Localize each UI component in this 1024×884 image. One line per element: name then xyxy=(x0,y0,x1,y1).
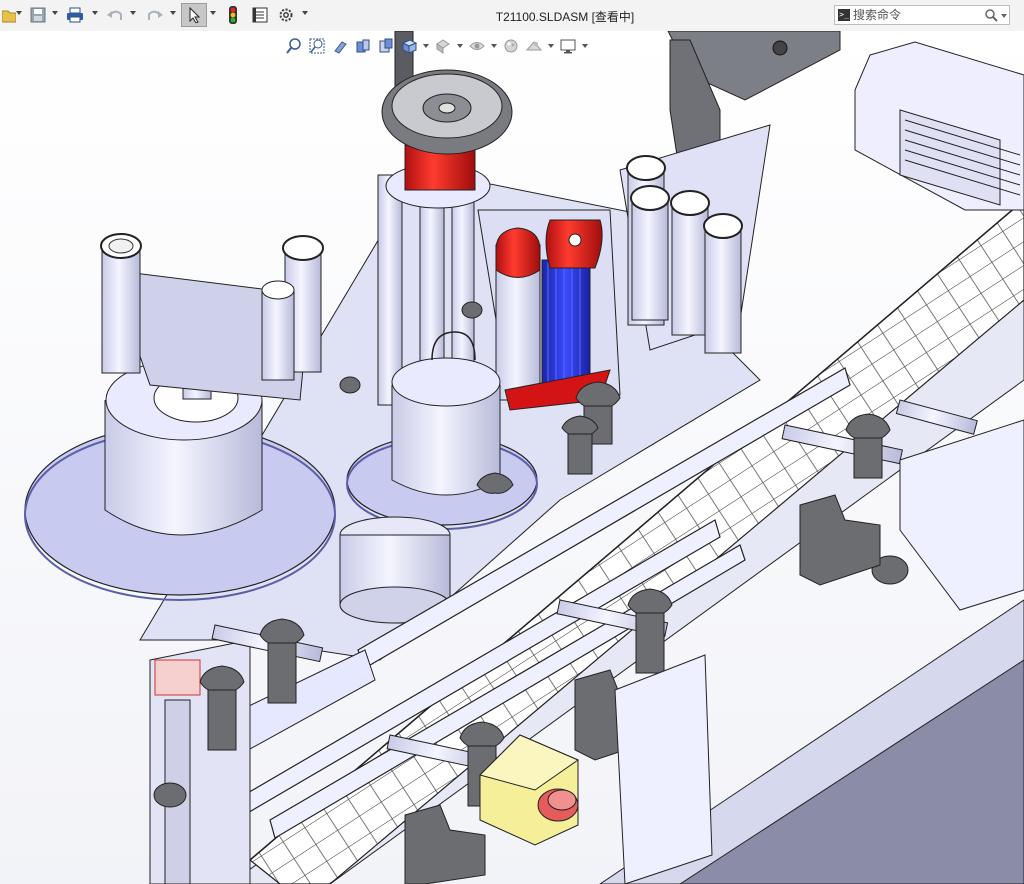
edit-appearance-icon xyxy=(504,39,518,53)
view-settings-button[interactable] xyxy=(558,36,578,56)
previous-view-icon xyxy=(334,41,347,54)
zoom-to-area-button[interactable] xyxy=(307,36,327,56)
view-orientation-button[interactable] xyxy=(399,36,419,56)
display-style-icon xyxy=(436,39,450,54)
graphics-area[interactable] xyxy=(0,31,1024,884)
view-orientation-dropdown[interactable] xyxy=(422,44,430,48)
hide-show-items-button[interactable] xyxy=(467,36,487,56)
search-dropdown[interactable] xyxy=(1001,14,1007,18)
search-input[interactable] xyxy=(853,7,983,23)
dynamic-annotation-button[interactable] xyxy=(376,36,396,56)
heads-up-view-toolbar xyxy=(284,35,589,57)
section-view-button[interactable] xyxy=(353,36,373,56)
apply-scene-icon xyxy=(526,41,542,51)
apply-scene-button[interactable] xyxy=(524,36,544,56)
assembly-model xyxy=(0,31,1024,884)
dynamic-annotation-icon xyxy=(379,38,393,53)
display-style-dropdown[interactable] xyxy=(456,44,464,48)
top-toolbar: T21100.SLDASM [查看中] >_ xyxy=(0,0,1024,32)
magnifier-icon[interactable] xyxy=(985,9,998,22)
view-settings-dropdown[interactable] xyxy=(581,44,589,48)
edit-appearance-button[interactable] xyxy=(501,36,521,56)
apply-scene-dropdown[interactable] xyxy=(547,44,555,48)
previous-view-button[interactable] xyxy=(330,36,350,56)
section-view-icon xyxy=(356,39,370,53)
view-orientation-icon xyxy=(401,39,417,54)
zoom-to-area-icon xyxy=(309,38,325,54)
display-style-button[interactable] xyxy=(433,36,453,56)
zoom-to-fit-icon xyxy=(286,38,301,54)
zoom-to-fit-button[interactable] xyxy=(284,36,304,56)
hide-show-dropdown[interactable] xyxy=(490,44,498,48)
view-settings-icon xyxy=(560,39,576,54)
command-prompt-icon: >_ xyxy=(838,9,850,21)
hide-show-items-icon xyxy=(469,42,485,50)
search-box[interactable]: >_ xyxy=(834,5,1010,25)
